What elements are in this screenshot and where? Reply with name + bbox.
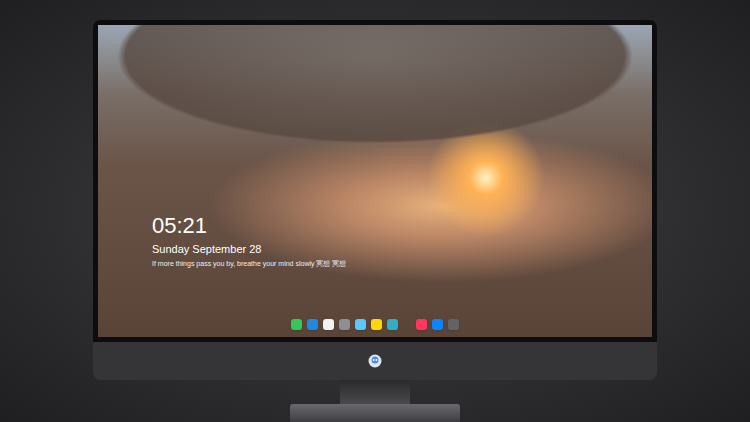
stand-neck — [340, 380, 410, 404]
clock: 05:21 — [152, 213, 346, 239]
dock-app-icon[interactable] — [323, 319, 334, 330]
dock-group — [416, 319, 459, 330]
lock-info: 05:21 Sunday September 28 If more things p… — [152, 213, 346, 269]
desktop-screen: 05:21 Sunday September 28 If more things p… — [98, 25, 652, 337]
dock-app-icon[interactable] — [448, 319, 459, 330]
brand-logo-icon — [368, 354, 382, 368]
dock-app-icon[interactable] — [339, 319, 350, 330]
dock-app-icon[interactable] — [416, 319, 427, 330]
wallpaper-arch-shadow — [98, 25, 652, 337]
page: 05:21 Sunday September 28 If more things p… — [0, 0, 750, 422]
dock-app-icon[interactable] — [291, 319, 302, 330]
dock-app-icon[interactable] — [355, 319, 366, 330]
dock-app-icon[interactable] — [371, 319, 382, 330]
stand-base — [290, 404, 460, 422]
monitor-chin — [93, 342, 657, 380]
date: Sunday September 28 — [152, 242, 346, 256]
dock-app-icon[interactable] — [387, 319, 398, 330]
monitor: 05:21 Sunday September 28 If more things p… — [93, 20, 657, 380]
quote: If more things pass you by, breathe your… — [152, 259, 346, 269]
monitor-bezel: 05:21 Sunday September 28 If more things p… — [93, 20, 657, 342]
dock-app-icon[interactable] — [307, 319, 318, 330]
dock-group — [291, 319, 398, 330]
dock — [98, 317, 652, 332]
dock-app-icon[interactable] — [432, 319, 443, 330]
